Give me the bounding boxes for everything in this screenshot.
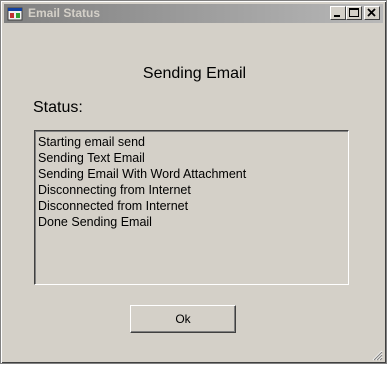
log-line: Sending Text Email bbox=[38, 151, 145, 165]
title-bar[interactable]: Email Status bbox=[4, 4, 383, 23]
resize-grip-icon[interactable] bbox=[371, 348, 383, 361]
email-status-window: Email Status Sending Email Status: Start… bbox=[0, 0, 387, 364]
log-line: Starting email send bbox=[38, 135, 146, 149]
log-line: Done Sending Email bbox=[38, 215, 152, 229]
log-line: Disconnecting from Internet bbox=[38, 183, 191, 197]
sending-email-heading: Sending Email bbox=[142, 65, 247, 82]
window-title: Email Status bbox=[28, 6, 101, 20]
status-log-list[interactable]: Starting email send Sending Text Email S… bbox=[34, 130, 349, 285]
app-icon[interactable] bbox=[7, 6, 23, 22]
ok-button[interactable]: Ok bbox=[130, 305, 236, 333]
close-button[interactable] bbox=[364, 6, 380, 20]
status-label: Status: bbox=[33, 99, 83, 116]
minimize-button[interactable] bbox=[330, 6, 346, 20]
log-line: Disconnected from Internet bbox=[38, 199, 189, 213]
maximize-button[interactable] bbox=[346, 6, 362, 20]
log-line: Sending Email With Word Attachment bbox=[38, 167, 247, 181]
